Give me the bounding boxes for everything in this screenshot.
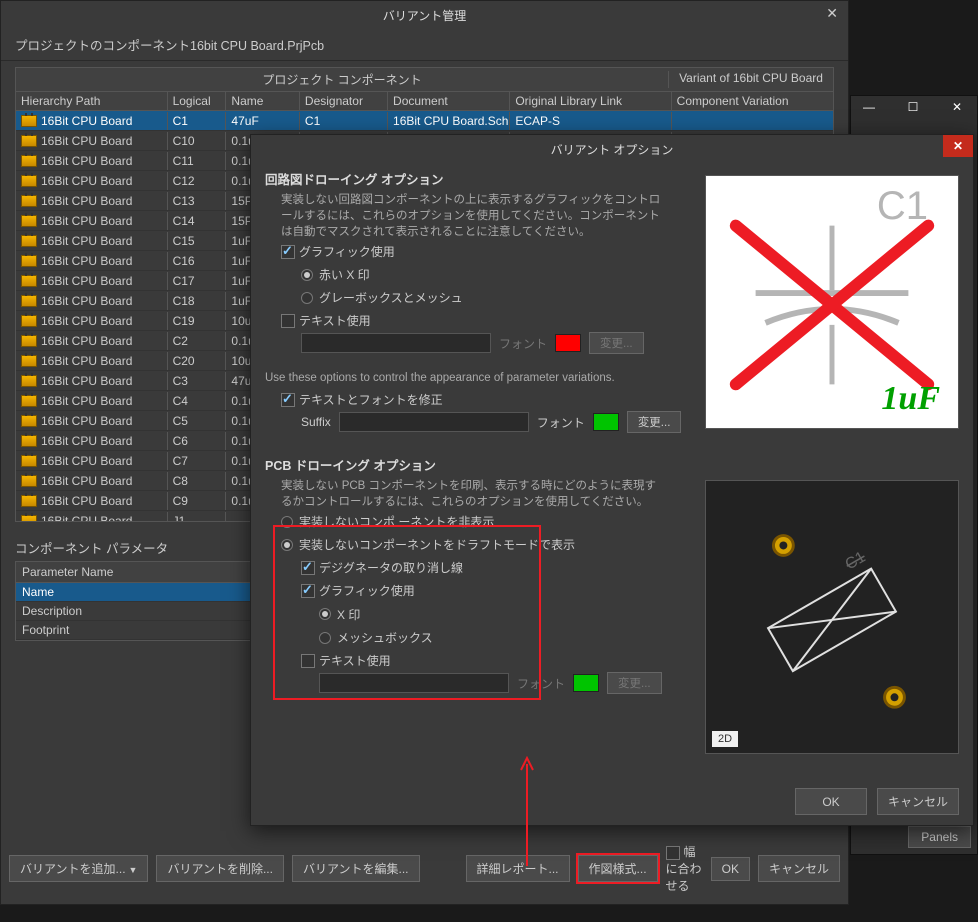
svg-text:C1: C1	[842, 548, 868, 573]
chip-icon	[21, 315, 37, 327]
window-title: バリアント管理	[383, 7, 467, 24]
panels-button[interactable]: Panels	[908, 826, 971, 848]
schematic-preview: C1 1uF	[705, 175, 959, 429]
col-hierarchy[interactable]: Hierarchy Path	[16, 92, 168, 110]
pcb-font-label: フォント	[517, 675, 565, 692]
suffix-font-color[interactable]	[593, 413, 619, 431]
ok-button[interactable]: OK	[711, 857, 750, 881]
col-logical[interactable]: Logical	[168, 92, 227, 110]
suffix-label: Suffix	[301, 415, 331, 429]
maximize-button[interactable]: ☐	[901, 100, 925, 122]
suffix-font-label: フォント	[537, 414, 585, 431]
minimize-button[interactable]: —	[857, 100, 881, 122]
chip-icon	[21, 395, 37, 407]
chip-icon	[21, 375, 37, 387]
chip-icon	[21, 175, 37, 187]
col-designator[interactable]: Designator	[300, 92, 388, 110]
sch-font-color[interactable]	[555, 334, 581, 352]
cancel-button[interactable]: キャンセル	[758, 855, 840, 882]
col-document[interactable]: Document	[388, 92, 510, 110]
chip-icon	[21, 455, 37, 467]
chip-icon	[21, 515, 37, 521]
sch-font-label: フォント	[499, 335, 547, 352]
chip-icon	[21, 295, 37, 307]
col-library[interactable]: Original Library Link	[510, 92, 671, 110]
chip-icon	[21, 215, 37, 227]
suffix-input[interactable]	[339, 412, 529, 432]
close-button[interactable]: ✕	[945, 100, 969, 122]
view-2d-badge[interactable]: 2D	[712, 731, 738, 747]
add-variant-button[interactable]: バリアントを追加...▼	[9, 855, 148, 882]
edit-variant-button[interactable]: バリアントを編集...	[292, 855, 420, 882]
chip-icon	[21, 255, 37, 267]
grid-header-right: Variant of 16bit CPU Board	[668, 71, 833, 88]
pcb-font-color[interactable]	[573, 674, 599, 692]
table-row[interactable]: 16Bit CPU BoardC147uFC116Bit CPU Board.S…	[16, 111, 833, 131]
dialog-title: バリアント オプション	[551, 141, 674, 158]
chevron-down-icon: ▼	[129, 865, 138, 875]
pcb-change-button[interactable]: 変更...	[607, 672, 662, 694]
close-icon[interactable]: ✕	[826, 5, 838, 22]
chip-icon	[21, 155, 37, 167]
chip-icon	[21, 235, 37, 247]
draw-style-button[interactable]: 作図様式...	[578, 855, 658, 882]
close-icon[interactable]: ✕	[943, 135, 973, 157]
chip-icon	[21, 355, 37, 367]
pcb-section-title: PCB ドローイング オプション	[265, 455, 959, 474]
chip-icon	[21, 415, 37, 427]
chip-icon	[21, 435, 37, 447]
chip-icon	[21, 195, 37, 207]
project-label: プロジェクトのコンポーネント16bit CPU Board.PrjPcb	[1, 29, 848, 61]
chip-icon	[21, 115, 37, 127]
sch-section-desc: 実装しない回路図コンポーネントの上に表示するグラフィックをコントロールするには、…	[265, 192, 665, 240]
detail-report-button[interactable]: 詳細レポート...	[466, 855, 570, 882]
chip-icon	[21, 135, 37, 147]
sch-change-button[interactable]: 変更...	[589, 332, 644, 354]
suffix-change-button[interactable]: 変更...	[627, 411, 682, 433]
pcb-preview: C1 2D	[705, 480, 959, 754]
grid-header-left: プロジェクト コンポーネント	[16, 71, 668, 88]
chip-icon	[21, 275, 37, 287]
chip-icon	[21, 495, 37, 507]
dialog-ok-button[interactable]: OK	[795, 788, 867, 815]
variant-options-dialog: バリアント オプション ✕ 回路図ドローイング オプション 実装しない回路図コン…	[250, 134, 974, 826]
sch-text-input[interactable]	[301, 333, 491, 353]
chip-icon	[21, 475, 37, 487]
delete-variant-button[interactable]: バリアントを削除...	[156, 855, 284, 882]
col-name[interactable]: Name	[226, 92, 299, 110]
preview-value: 1uF	[881, 380, 940, 418]
col-variation[interactable]: Component Variation	[672, 92, 833, 110]
chip-icon	[21, 335, 37, 347]
fit-width-checkbox[interactable]: 幅に合わせる	[666, 843, 703, 894]
pcb-text-input[interactable]	[319, 673, 509, 693]
dialog-cancel-button[interactable]: キャンセル	[877, 788, 959, 815]
pcb-section-desc: 実装しない PCB コンポーネントを印刷、表示する時にどのように表現するかコント…	[265, 478, 665, 510]
